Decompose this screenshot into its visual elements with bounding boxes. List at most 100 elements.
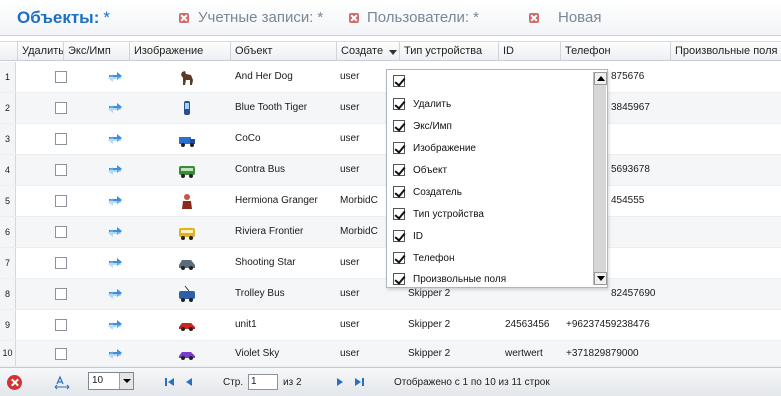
next-page-icon[interactable] xyxy=(334,376,346,388)
column-header-phone[interactable]: Телефон xyxy=(560,42,670,61)
column-option-label: ID xyxy=(413,231,423,242)
delete-checkbox[interactable] xyxy=(55,257,67,269)
row-number: 9 xyxy=(0,310,16,340)
object-name: unit1 xyxy=(235,319,257,330)
checkbox-checked-icon[interactable] xyxy=(393,208,405,221)
export-import-icon[interactable] xyxy=(107,101,123,115)
object-name: CoCo xyxy=(235,133,261,144)
export-import-icon[interactable] xyxy=(107,318,123,332)
creator: user xyxy=(340,164,360,175)
phone-icon xyxy=(184,101,190,115)
tab-objects[interactable]: Объекты: * xyxy=(17,7,110,29)
autosize-icon[interactable] xyxy=(54,374,70,390)
tab-accounts[interactable]: Учетные записи: * xyxy=(198,7,323,29)
delete-icon[interactable] xyxy=(7,375,22,390)
first-page-icon[interactable] xyxy=(164,376,176,388)
chevron-down-icon[interactable] xyxy=(119,373,133,389)
row-number: 8 xyxy=(0,279,16,309)
column-header-delete[interactable]: Удалить xyxy=(17,42,63,61)
column-option-label: Изображение xyxy=(413,143,476,154)
checkbox-checked-icon[interactable] xyxy=(393,273,405,286)
close-tab-icon[interactable] xyxy=(179,13,189,23)
column-menu-arrow-icon[interactable] xyxy=(389,50,397,55)
tab-new[interactable]: Новая xyxy=(558,7,601,29)
export-import-icon[interactable] xyxy=(107,194,123,208)
device-id: 24563456 xyxy=(505,319,550,330)
column-option-label: Тип устройства xyxy=(413,209,484,220)
checkbox-checked-icon[interactable] xyxy=(393,142,405,155)
close-tab-icon[interactable] xyxy=(529,13,539,23)
column-option[interactable]: Тип устройства xyxy=(393,208,484,224)
delete-checkbox[interactable] xyxy=(55,71,67,83)
creator: user xyxy=(340,102,360,113)
export-import-icon[interactable] xyxy=(107,287,123,301)
phone: 3845967 xyxy=(611,102,650,113)
object-name: Riviera Frontier xyxy=(235,226,304,237)
column-header-export[interactable]: Экс/Имп xyxy=(63,42,129,61)
phone: +96237459238476 xyxy=(566,319,650,330)
column-option[interactable]: Произвольные поля xyxy=(393,273,506,289)
car-icon xyxy=(179,260,195,270)
checkbox-checked-icon[interactable] xyxy=(393,120,405,133)
scroll-up-icon[interactable] xyxy=(594,72,607,85)
column-header-custom-fields[interactable]: Произвольные поля xyxy=(670,42,781,61)
table-row[interactable]: 9 unit1 user Skipper 2 24563456 +9623745… xyxy=(0,310,781,341)
delete-checkbox[interactable] xyxy=(55,102,67,114)
delete-checkbox[interactable] xyxy=(55,319,67,331)
export-import-icon[interactable] xyxy=(107,347,123,361)
column-option[interactable]: Объект xyxy=(393,164,447,180)
delete-checkbox[interactable] xyxy=(55,195,67,207)
object-name: Hermiona Granger xyxy=(235,195,318,206)
checkbox-checked-icon[interactable] xyxy=(393,75,405,88)
table-row[interactable]: 10 Violet Sky user Skipper 2 wertwert +3… xyxy=(0,341,781,367)
column-header-object[interactable]: Объект xyxy=(230,42,336,61)
delete-checkbox[interactable] xyxy=(55,164,67,176)
phone: 82457690 xyxy=(611,288,656,299)
export-import-icon[interactable] xyxy=(107,256,123,270)
column-chooser-scrollbar[interactable] xyxy=(593,72,607,285)
object-name: And Her Dog xyxy=(235,71,293,82)
column-option[interactable]: Удалить xyxy=(393,98,451,114)
export-import-icon[interactable] xyxy=(107,225,123,239)
tab-modified-marker: * xyxy=(317,9,324,26)
phone: +371829879000 xyxy=(566,348,639,359)
close-tab-icon[interactable] xyxy=(349,13,359,23)
yellow-bus-icon xyxy=(179,228,195,240)
checkbox-checked-icon[interactable] xyxy=(393,230,405,243)
phone: 875676 xyxy=(611,71,645,82)
column-header-image[interactable]: Изображение xyxy=(129,42,230,61)
column-option[interactable]: Создатель xyxy=(393,186,462,202)
column-option[interactable]: Изображение xyxy=(393,142,476,158)
tab-users[interactable]: Пользователи: * xyxy=(367,7,479,29)
page-number-input[interactable]: 1 xyxy=(248,374,278,390)
phone: 454555 xyxy=(611,195,645,206)
column-header-device-type[interactable]: Тип устройства xyxy=(399,42,498,61)
delete-checkbox[interactable] xyxy=(55,288,67,300)
column-option[interactable] xyxy=(393,75,413,91)
scroll-down-icon[interactable] xyxy=(594,272,607,285)
export-import-icon[interactable] xyxy=(107,132,123,146)
checkbox-checked-icon[interactable] xyxy=(393,186,405,199)
export-import-icon[interactable] xyxy=(107,70,123,84)
last-page-icon[interactable] xyxy=(353,376,365,388)
checkbox-checked-icon[interactable] xyxy=(393,98,405,111)
page-size-select[interactable]: 10 xyxy=(88,372,134,390)
delete-checkbox[interactable] xyxy=(55,133,67,145)
column-option[interactable]: ID xyxy=(393,230,423,246)
column-header-id[interactable]: ID xyxy=(498,42,560,61)
column-option[interactable]: Телефон xyxy=(393,252,454,268)
object-name: Contra Bus xyxy=(235,164,286,175)
tab-label: Пользователи: xyxy=(367,9,470,26)
checkbox-checked-icon[interactable] xyxy=(393,252,405,265)
delete-checkbox[interactable] xyxy=(55,226,67,238)
row-number: 5 xyxy=(0,186,16,216)
delete-checkbox[interactable] xyxy=(55,348,67,360)
row-number: 6 xyxy=(0,217,16,247)
truck-icon xyxy=(179,137,195,147)
export-import-icon[interactable] xyxy=(107,163,123,177)
prev-page-icon[interactable] xyxy=(183,376,195,388)
column-option-label: Экс/Имп xyxy=(413,121,452,132)
column-header-creator[interactable]: Создате xyxy=(336,42,386,61)
checkbox-checked-icon[interactable] xyxy=(393,164,405,177)
column-option[interactable]: Экс/Имп xyxy=(393,120,452,136)
